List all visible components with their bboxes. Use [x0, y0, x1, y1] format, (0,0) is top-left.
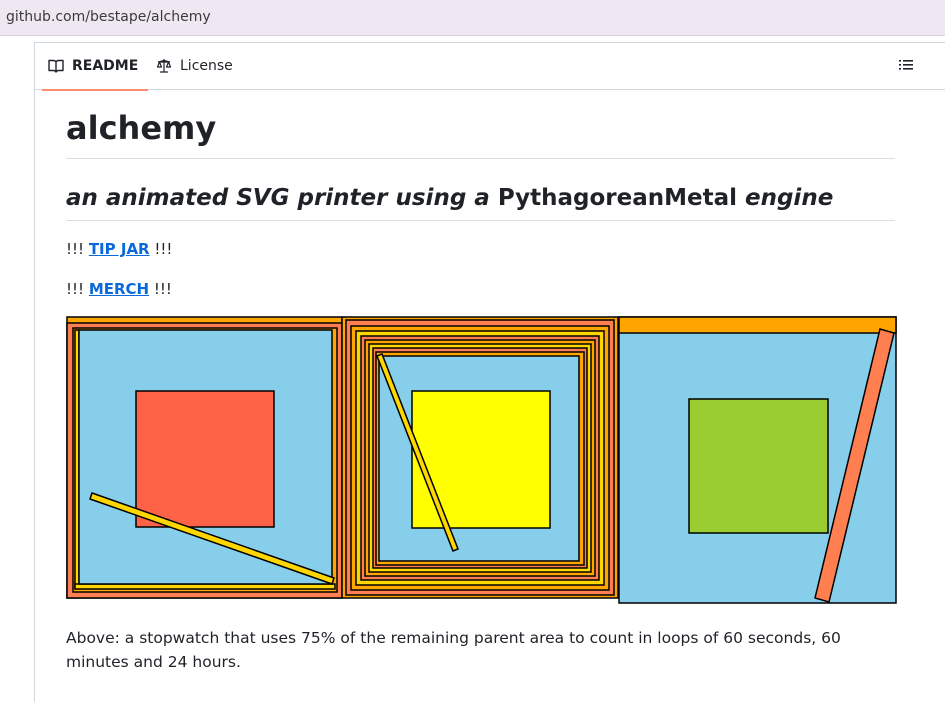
- merch-suffix: !!!: [153, 280, 172, 298]
- tip-prefix: !!!: [66, 240, 85, 258]
- tab-readme-label: README: [72, 58, 139, 74]
- table-of-contents-button[interactable]: [897, 56, 915, 74]
- hours-panel: [618, 316, 897, 604]
- subtitle-code: PythagoreanMetal: [497, 185, 737, 211]
- subtitle-divider: [66, 220, 895, 221]
- readme-subtitle: an animated SVG printer using a Pythagor…: [66, 183, 833, 213]
- seconds-panel: [66, 316, 343, 599]
- url-text[interactable]: github.com/bestape/alchemy: [6, 9, 211, 25]
- readme-tabs: README License: [34, 42, 945, 91]
- title-divider: [66, 158, 895, 159]
- tip-jar-link[interactable]: TIP JAR: [89, 240, 150, 258]
- animation-caption: Above: a stopwatch that uses 75% of the …: [66, 629, 841, 671]
- tab-readme[interactable]: README: [41, 42, 149, 91]
- list-icon: [899, 60, 913, 70]
- merch-prefix: !!!: [66, 280, 85, 298]
- address-bar[interactable]: github.com/bestape/alchemy: [0, 0, 945, 36]
- law-scale-icon: [156, 58, 172, 73]
- readme-title: alchemy: [66, 109, 217, 147]
- merch-link[interactable]: MERCH: [89, 280, 149, 298]
- tip-jar-line: !!! TIP JAR !!!: [66, 239, 172, 259]
- tab-license-label: License: [180, 58, 233, 74]
- tip-suffix: !!!: [154, 240, 173, 258]
- subtitle-text-2: engine: [745, 185, 834, 211]
- subtitle-text-1: an animated SVG printer using a: [66, 185, 490, 211]
- stopwatch-svg: [66, 316, 897, 604]
- stopwatch-animation: [66, 316, 898, 610]
- merch-line: !!! MERCH !!!: [66, 279, 172, 299]
- book-icon: [48, 59, 64, 73]
- minutes-panel: [341, 316, 619, 599]
- tab-license[interactable]: License: [156, 42, 233, 90]
